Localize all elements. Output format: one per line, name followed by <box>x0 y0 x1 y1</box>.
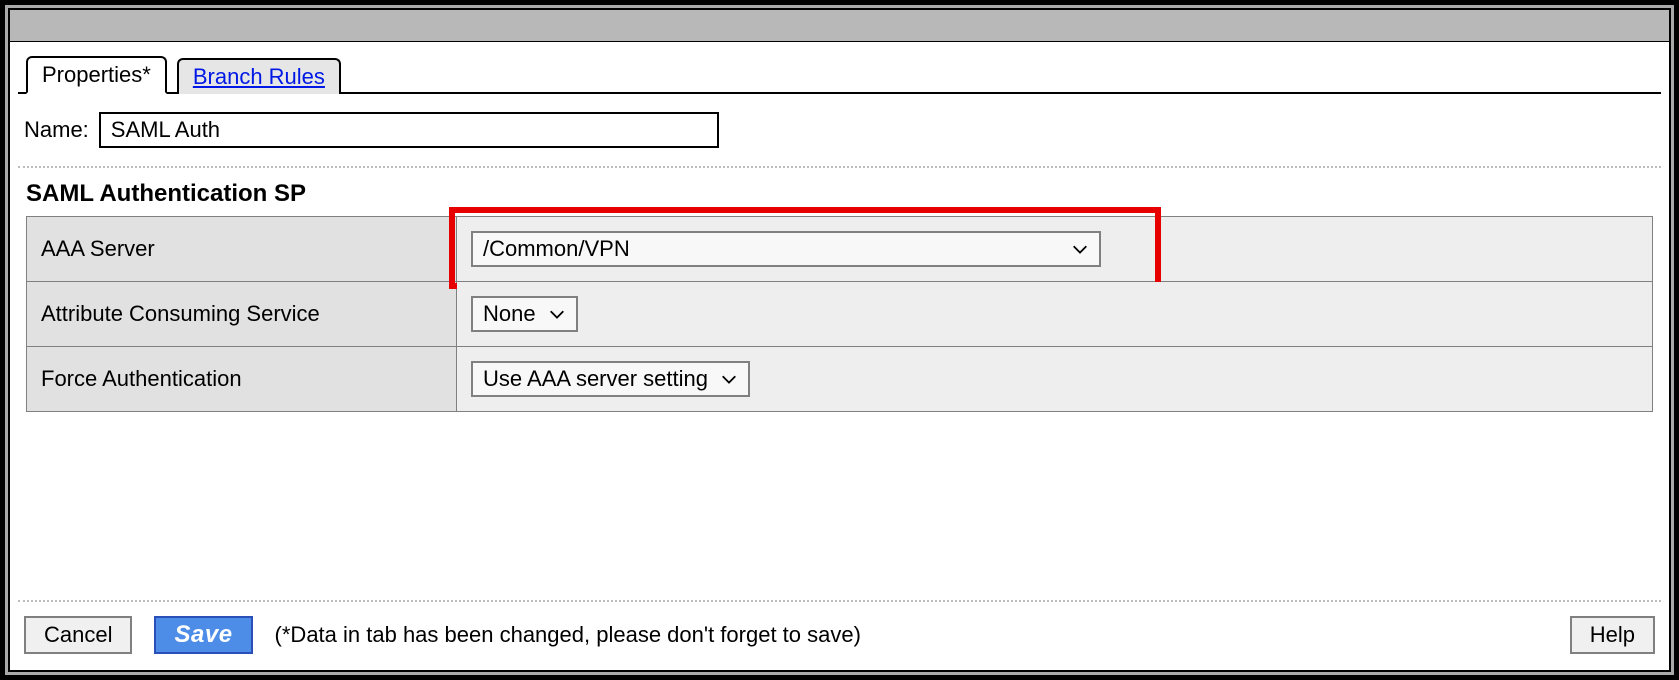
select-attr-consuming-value: None <box>483 301 536 327</box>
value-force-auth-cell: Use AAA server setting <box>457 347 1653 412</box>
cancel-button[interactable]: Cancel <box>24 616 132 654</box>
name-row: Name: <box>18 94 1661 166</box>
bottom-bar: Cancel Save (*Data in tab has been chang… <box>18 600 1661 660</box>
tab-properties-label: Properties* <box>42 62 151 87</box>
value-attr-consuming-cell: None <box>457 282 1653 347</box>
label-force-auth: Force Authentication <box>27 347 457 412</box>
tab-branch-rules-link[interactable]: Branch Rules <box>193 64 325 89</box>
row-force-authentication: Force Authentication Use AAA server sett… <box>27 347 1653 412</box>
row-attribute-consuming-service: Attribute Consuming Service None <box>27 282 1653 347</box>
select-aaa-server-value: /Common/VPN <box>483 236 630 262</box>
chevron-down-icon <box>548 301 566 327</box>
select-force-auth-value: Use AAA server setting <box>483 366 708 392</box>
unsaved-note: (*Data in tab has been changed, please d… <box>275 622 861 648</box>
content-area: Properties* Branch Rules Name: SAML Auth… <box>10 42 1669 412</box>
window-inner: Properties* Branch Rules Name: SAML Auth… <box>8 8 1671 672</box>
help-button[interactable]: Help <box>1570 616 1655 654</box>
name-input[interactable] <box>99 112 719 148</box>
select-force-auth[interactable]: Use AAA server setting <box>471 361 750 397</box>
title-bar <box>10 10 1669 42</box>
chevron-down-icon <box>720 366 738 392</box>
save-button[interactable]: Save <box>154 616 252 654</box>
name-label: Name: <box>24 117 89 143</box>
select-attr-consuming[interactable]: None <box>471 296 578 332</box>
label-attr-consuming: Attribute Consuming Service <box>27 282 457 347</box>
form-table: AAA Server /Common/VPN Attribute Consumi… <box>26 216 1653 412</box>
tabs-row: Properties* Branch Rules <box>18 54 1661 94</box>
tab-branch-rules-label: Branch Rules <box>193 64 325 89</box>
tab-branch-rules[interactable]: Branch Rules <box>177 58 341 94</box>
tab-properties[interactable]: Properties* <box>26 56 167 94</box>
value-aaa-server-cell: /Common/VPN <box>457 217 1653 282</box>
section-title: SAML Authentication SP <box>18 166 1661 216</box>
select-aaa-server[interactable]: /Common/VPN <box>471 231 1101 267</box>
window-outer: Properties* Branch Rules Name: SAML Auth… <box>0 0 1679 680</box>
row-aaa-server: AAA Server /Common/VPN <box>27 217 1653 282</box>
chevron-down-icon <box>1071 236 1089 262</box>
label-aaa-server: AAA Server <box>27 217 457 282</box>
